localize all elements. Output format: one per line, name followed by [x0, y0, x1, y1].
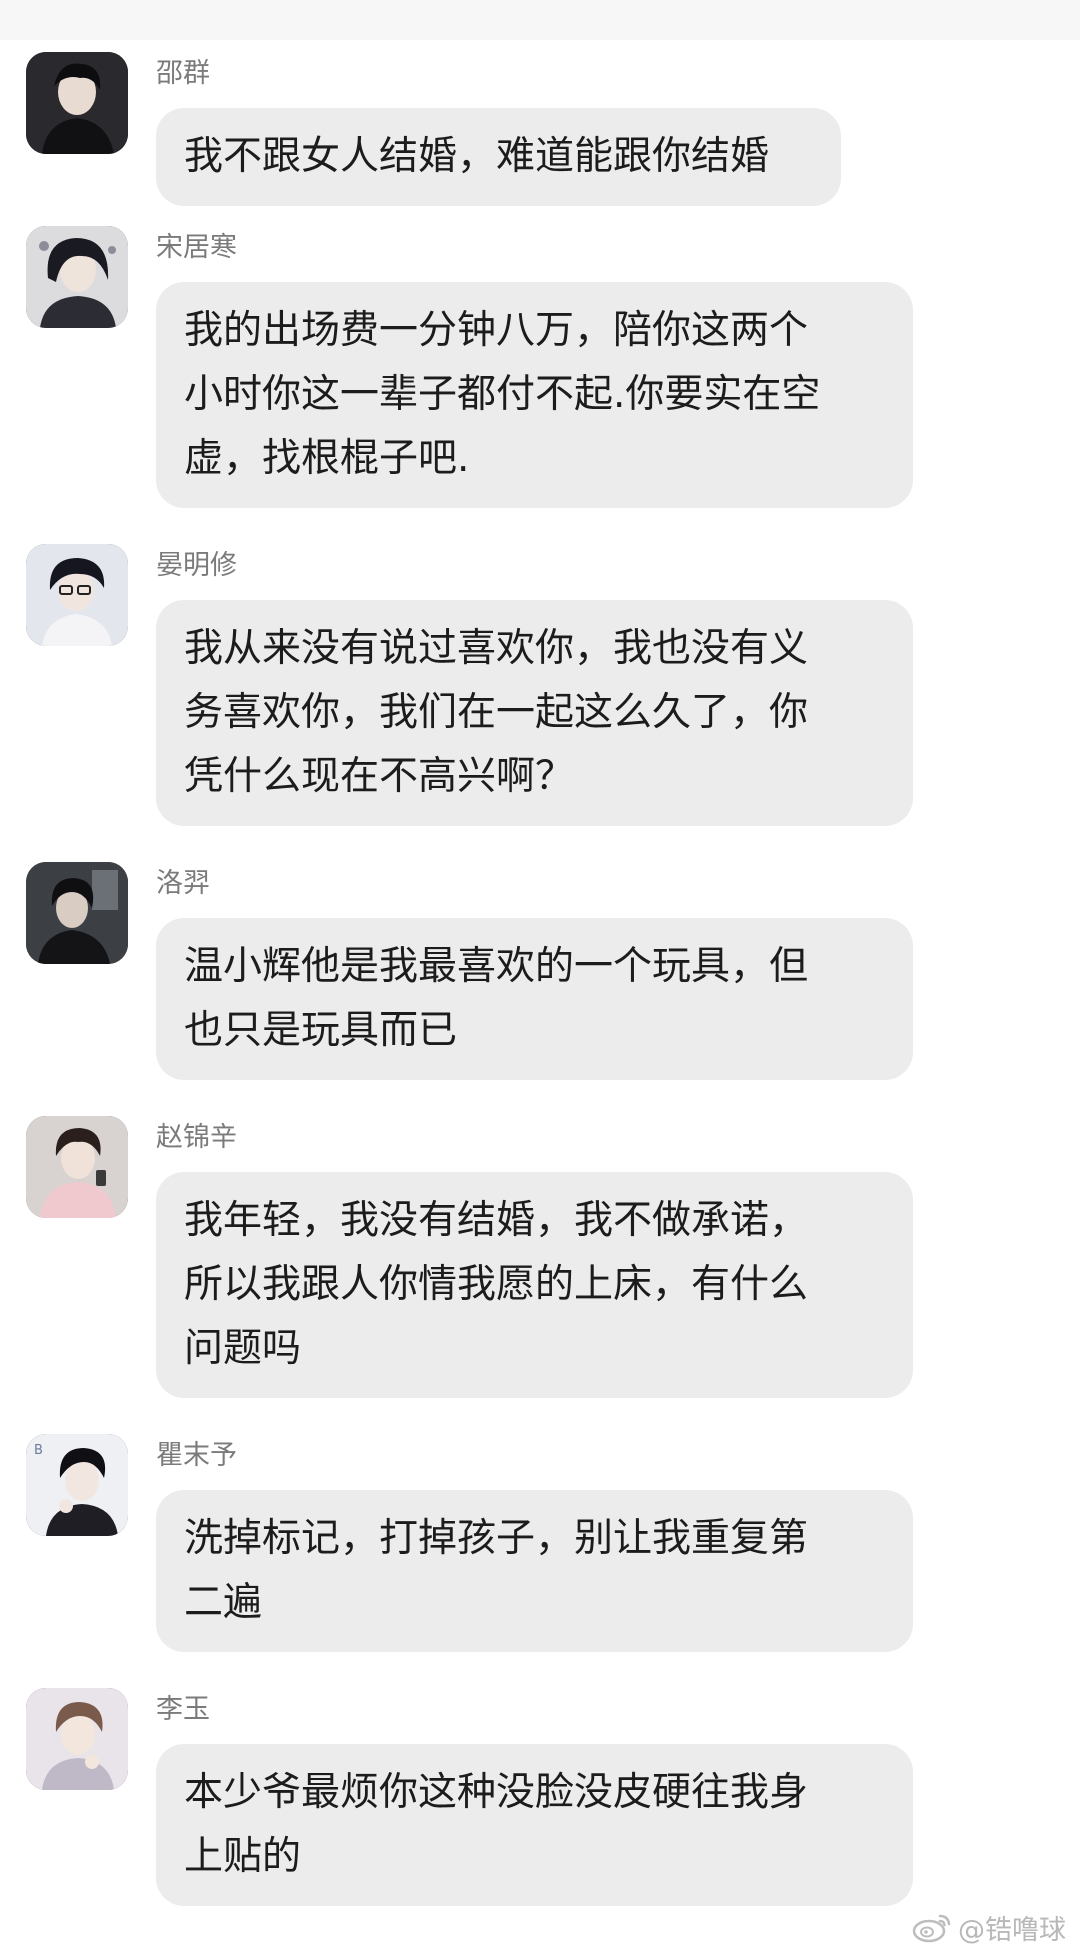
sender-name: 洛羿: [156, 868, 210, 899]
avatar-portrait-icon: B: [26, 1434, 128, 1536]
avatar-portrait-icon: [26, 52, 128, 154]
avatar[interactable]: [26, 1116, 128, 1218]
watermark-text: @锆噜球: [958, 1914, 1066, 1946]
sender-name: 赵锦辛: [156, 1122, 237, 1153]
avatar[interactable]: [26, 862, 128, 964]
message-bubble[interactable]: 温小辉他是我最喜欢的一个玩具，但 也只是玩具而已: [156, 918, 913, 1080]
message-bubble[interactable]: 本少爷最烦你这种没脸没皮硬往我身 上贴的: [156, 1744, 913, 1906]
sender-name: 李玉: [156, 1694, 210, 1725]
message-bubble[interactable]: 我不跟女人结婚，难道能跟你结婚: [156, 108, 841, 206]
watermark: @锆噜球: [912, 1905, 1066, 1949]
message-bubble[interactable]: 洗掉标记，打掉孩子，别让我重复第 二遍: [156, 1490, 913, 1652]
avatar-portrait-icon: [26, 544, 128, 646]
avatar-portrait-icon: [26, 1116, 128, 1218]
avatar[interactable]: [26, 544, 128, 646]
avatar-portrait-icon: [26, 1688, 128, 1790]
sender-name: 邵群: [156, 58, 210, 89]
status-bar-area: [0, 0, 1080, 40]
sender-name: 瞿末予: [156, 1440, 237, 1471]
message-bubble[interactable]: 我的出场费一分钟八万，陪你这两个 小时你这一辈子都付不起.你要实在空 虚，找根棍…: [156, 282, 913, 508]
avatar[interactable]: B: [26, 1434, 128, 1536]
avatar[interactable]: [26, 52, 128, 154]
avatar[interactable]: [26, 1688, 128, 1790]
avatar[interactable]: [26, 226, 128, 328]
message-bubble[interactable]: 我年轻，我没有结婚，我不做承诺， 所以我跟人你情我愿的上床，有什么 问题吗: [156, 1172, 913, 1398]
sender-name: 晏明修: [156, 550, 237, 581]
sender-name: 宋居寒: [156, 232, 237, 263]
avatar-portrait-icon: [26, 226, 128, 328]
message-bubble[interactable]: 我从来没有说过喜欢你，我也没有义 务喜欢你，我们在一起这么久了，你 凭什么现在不…: [156, 600, 913, 826]
avatar-portrait-icon: [26, 862, 128, 964]
svg-text:B: B: [34, 1443, 43, 1458]
weibo-icon: [912, 1914, 951, 1943]
chat-list[interactable]: 邵群 我不跟女人结婚，难道能跟你结婚 宋居寒 我的出场费一分钟八万，陪你这两个 …: [0, 40, 1080, 1957]
